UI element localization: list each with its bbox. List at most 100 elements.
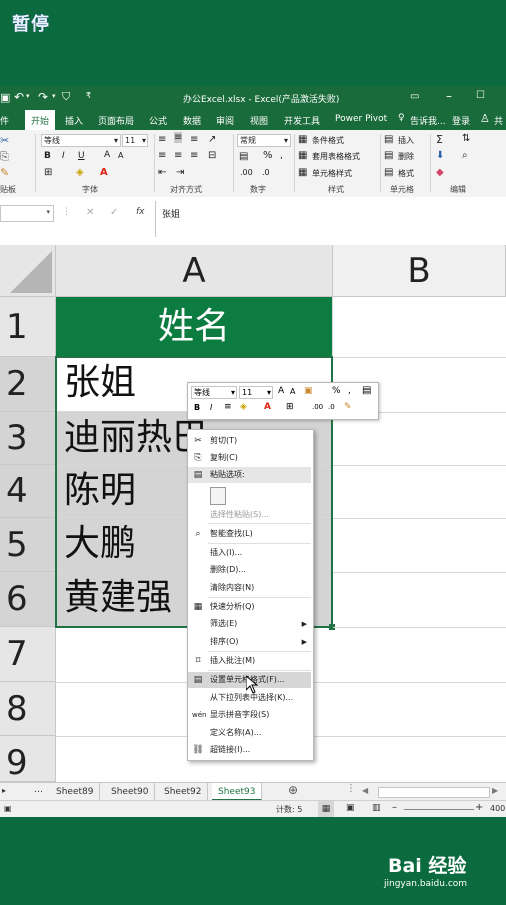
autosum-icon[interactable]: Σ <box>436 133 443 146</box>
scroll-right-icon[interactable]: ▶ <box>492 786 498 795</box>
menu-item-hyperlink[interactable]: ⛓ 超链接(I)... <box>188 742 311 758</box>
cell-style-button[interactable]: 单元格样式 <box>312 168 352 179</box>
cut-icon[interactable]: ✂ <box>0 134 9 147</box>
decrease-indent-icon[interactable]: ⇤ <box>158 167 166 178</box>
tab-power-pivot[interactable]: Power Pivot <box>335 114 387 124</box>
save-icon[interactable]: ▣ <box>0 91 10 104</box>
delete-cells-icon[interactable]: ▤ <box>384 150 393 161</box>
cancel-icon[interactable]: ✕ <box>86 207 94 218</box>
menu-item-phonetic[interactable]: wén 显示拼音字段(S) <box>188 707 311 723</box>
maximize-icon[interactable]: ☐ <box>476 90 485 101</box>
row-header[interactable]: 2 <box>0 357 56 412</box>
table-format-icon[interactable]: ▦ <box>298 150 307 161</box>
name-box[interactable]: ▾ <box>0 205 54 222</box>
column-header-a[interactable]: A <box>56 245 333 297</box>
accounting-icon[interactable]: ▣ <box>304 386 313 396</box>
tab-view[interactable]: 视图 <box>250 114 268 127</box>
menu-item-smart-lookup[interactable]: ⌕ 智能查找(L) <box>188 526 311 542</box>
increase-decimal-icon[interactable]: .00 <box>312 403 323 411</box>
italic-icon[interactable]: I <box>62 151 65 161</box>
row-header[interactable]: 3 <box>0 412 56 465</box>
share-icon[interactable]: ♙ <box>480 112 490 125</box>
insert-cells-icon[interactable]: ▤ <box>384 134 393 145</box>
bold-icon[interactable]: B <box>194 403 200 412</box>
sheet-tab[interactable]: Sheet90 <box>105 783 156 801</box>
comma-icon[interactable]: , <box>348 386 351 396</box>
menu-item-insert[interactable]: 插入(I)... <box>188 545 311 561</box>
tab-review[interactable]: 审阅 <box>216 114 234 127</box>
undo-icon[interactable]: ↶ <box>14 90 24 104</box>
confirm-icon[interactable]: ✓ <box>110 207 118 218</box>
shrink-font-icon[interactable]: A <box>290 387 295 396</box>
insert-cells-button[interactable]: 插入 <box>398 135 414 146</box>
decrease-decimal-icon[interactable]: .0 <box>328 403 335 411</box>
format-painter-icon[interactable]: ✎ <box>0 166 9 179</box>
column-header-b[interactable]: B <box>333 245 506 297</box>
page-layout-icon[interactable]: ▣ <box>346 803 355 813</box>
tab-developer[interactable]: 开发工具 <box>284 114 320 127</box>
bold-icon[interactable]: B <box>44 151 51 161</box>
scroll-left-icon[interactable]: ◀ <box>362 786 368 795</box>
row-header[interactable]: 5 <box>0 518 56 572</box>
format-cells-icon[interactable]: ▤ <box>384 167 393 178</box>
font-size-select[interactable]: 11 ▾ <box>122 134 148 147</box>
center-icon[interactable]: ≡ <box>224 402 232 412</box>
table-icon[interactable]: ▤ <box>362 385 371 396</box>
clear-icon[interactable]: ◆ <box>436 167 444 178</box>
menu-item-insert-comment[interactable]: ⌑ 插入批注(M) <box>188 653 311 669</box>
fill-color-icon[interactable]: ◈ <box>76 167 84 178</box>
conditional-format-icon[interactable]: ▦ <box>298 134 307 145</box>
fill-icon[interactable]: ⬇ <box>436 150 444 161</box>
tab-home[interactable]: 开始 <box>25 110 56 130</box>
menu-item-copy[interactable]: ⎘ 复制(C) <box>188 450 311 466</box>
currency-icon[interactable]: ▤ <box>239 151 248 162</box>
sheet-tab-active[interactable]: Sheet93 <box>212 783 263 801</box>
share-label[interactable]: 共 <box>494 114 503 127</box>
increase-indent-icon[interactable]: ⇥ <box>176 167 184 178</box>
delete-cells-button[interactable]: 删除 <box>398 151 414 162</box>
border-icon[interactable]: ⊞ <box>44 167 52 178</box>
merge-icon[interactable]: ⊟ <box>208 150 216 161</box>
border-icon[interactable]: ⊞ <box>286 402 294 412</box>
zoom-out-icon[interactable]: – <box>392 802 397 813</box>
italic-icon[interactable]: I <box>210 403 212 412</box>
align-middle-icon[interactable]: ≡ <box>174 132 183 143</box>
font-color-icon[interactable]: A <box>100 167 108 178</box>
row-header[interactable]: 4 <box>0 465 56 518</box>
tab-insert[interactable]: 插入 <box>65 114 83 127</box>
row-header[interactable]: 7 <box>0 627 56 682</box>
align-top-icon[interactable]: ≡ <box>158 134 166 145</box>
underline-icon[interactable]: U <box>78 151 85 161</box>
cell-style-icon[interactable]: ▦ <box>298 167 307 178</box>
zoom-in-icon[interactable]: + <box>475 802 483 813</box>
comma-icon[interactable]: , <box>280 151 283 161</box>
menu-item-sort[interactable]: 排序(O) ▶ <box>188 634 311 650</box>
tab-file[interactable]: 件 <box>0 114 9 127</box>
page-break-icon[interactable]: ▥ <box>372 803 381 813</box>
redo-icon[interactable]: ↷ <box>38 90 48 104</box>
paste-clipboard-icon[interactable] <box>210 487 226 505</box>
horizontal-scrollbar[interactable] <box>378 787 490 798</box>
table-format-button[interactable]: 套用表格格式 <box>312 151 360 162</box>
grow-font-icon[interactable]: A <box>278 386 284 396</box>
increase-decimal-icon[interactable]: .00 <box>240 168 253 177</box>
formula-input[interactable]: 张姐 <box>155 201 506 237</box>
zoom-slider[interactable] <box>404 809 474 810</box>
tab-nav-icon[interactable]: ▸ <box>2 786 6 795</box>
orientation-icon[interactable]: ↗ <box>208 134 216 145</box>
percent-icon[interactable]: % <box>332 386 341 396</box>
font-color-icon[interactable]: A <box>264 402 271 412</box>
add-sheet-icon[interactable]: ⊕ <box>288 783 298 797</box>
number-format-select[interactable]: 常规 ▾ <box>237 134 291 147</box>
fx-icon[interactable]: fx <box>136 207 145 217</box>
align-left-icon[interactable]: ≡ <box>158 150 166 161</box>
tab-data[interactable]: 数据 <box>183 114 201 127</box>
normal-view-icon[interactable]: ▦ <box>318 801 334 818</box>
font-name-select[interactable]: 等线 ▾ <box>41 134 121 147</box>
tell-me-box[interactable]: 告诉我... <box>410 114 446 127</box>
macro-record-icon[interactable]: ▣ <box>4 804 12 813</box>
ribbon-display-icon[interactable]: ▭ <box>410 91 419 102</box>
tab-formulas[interactable]: 公式 <box>149 114 167 127</box>
shrink-font-icon[interactable]: A <box>118 151 123 160</box>
format-painter-icon[interactable]: ✎ <box>344 402 352 412</box>
